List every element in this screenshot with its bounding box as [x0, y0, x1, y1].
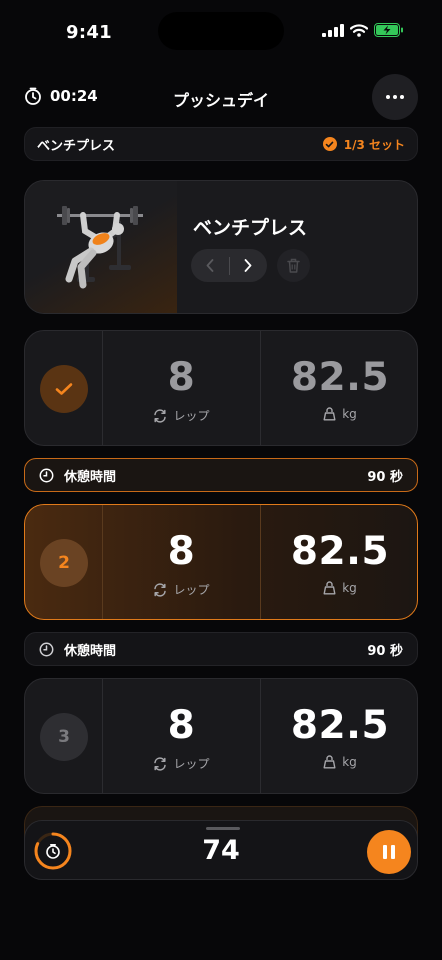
chevron-left-icon	[206, 259, 214, 272]
pause-icon	[383, 845, 387, 859]
weight-unit: kg	[342, 581, 357, 595]
weight-unit: kg	[342, 755, 357, 769]
reps-unit-row: レップ	[103, 755, 260, 772]
weight-cell[interactable]: 82.5 kg	[261, 505, 417, 619]
weight-value: 82.5	[290, 529, 390, 574]
refresh-icon	[154, 582, 167, 597]
trash-icon	[287, 258, 300, 273]
rest-duration: 90 秒	[367, 469, 403, 485]
reps-value: 8	[167, 355, 196, 400]
set-number-cell: 3	[25, 679, 103, 793]
pause-icon-bar	[391, 845, 395, 859]
rest-timer-row-1[interactable]: 休憩時間 90 秒	[24, 458, 418, 492]
set-number-cell	[25, 331, 103, 445]
wifi-icon	[350, 23, 368, 37]
delete-exercise-button[interactable]	[277, 249, 310, 282]
workout-header: 00:24 プッシュデイ	[24, 74, 418, 120]
reps-cell[interactable]: 8 レップ	[103, 679, 261, 793]
kettlebell-icon	[323, 755, 336, 769]
weight-unit: kg	[342, 407, 357, 421]
clock-icon	[39, 642, 54, 656]
dynamic-island	[158, 12, 284, 50]
weight-unit-row: kg	[261, 407, 417, 421]
more-icon	[386, 95, 404, 99]
reps-unit: レップ	[173, 409, 210, 423]
check-icon	[322, 137, 337, 151]
rest-countdown: 74	[202, 835, 240, 866]
exercise-title: ベンチプレス	[193, 217, 308, 239]
exercise-selector[interactable]: ベンチプレス 1/3 セット	[24, 127, 418, 161]
set-row-3[interactable]: 3 8 レップ 82.5 kg	[24, 678, 418, 794]
reps-unit: レップ	[173, 583, 210, 597]
drag-handle[interactable]	[206, 827, 240, 830]
bench-press-illustration	[25, 181, 177, 313]
weight-value: 82.5	[290, 703, 390, 748]
reps-value: 8	[167, 529, 196, 574]
set-complete-toggle[interactable]	[40, 365, 88, 413]
set-progress: 1/3 セット	[322, 136, 405, 153]
exercise-card: ベンチプレス	[24, 180, 418, 314]
refresh-icon	[154, 756, 167, 771]
weight-cell[interactable]: 82.5 kg	[261, 331, 417, 445]
rest-timer-bar[interactable]: 74	[24, 820, 418, 880]
check-icon	[55, 383, 73, 395]
set-number-cell: 2	[25, 505, 103, 619]
reps-cell[interactable]: 8 レップ	[103, 505, 261, 619]
status-time: 9:41	[66, 22, 112, 43]
workout-title: プッシュデイ	[172, 91, 269, 110]
refresh-icon	[154, 408, 167, 423]
set-number-badge[interactable]: 3	[40, 713, 88, 761]
kettlebell-icon	[323, 407, 336, 421]
set-number-badge[interactable]: 2	[40, 539, 88, 587]
set-row-1[interactable]: 8 レップ 82.5 kg	[24, 330, 418, 446]
weight-cell[interactable]: 82.5 kg	[261, 679, 417, 793]
status-icons	[322, 23, 404, 37]
more-button[interactable]	[372, 74, 418, 120]
chevron-right-icon	[244, 259, 252, 272]
weight-unit-row: kg	[261, 581, 417, 595]
rest-timer-row-2[interactable]: 休憩時間 90 秒	[24, 632, 418, 666]
set-row-2[interactable]: 2 8 レップ 82.5 kg	[24, 504, 418, 620]
rest-label: 休憩時間	[64, 469, 117, 485]
battery-charging-icon	[374, 23, 403, 37]
weight-unit-row: kg	[261, 755, 417, 769]
previous-exercise-button[interactable]	[191, 249, 229, 282]
cellular-signal-icon	[322, 23, 344, 37]
rest-duration: 90 秒	[367, 643, 403, 659]
exercise-nav	[191, 249, 267, 282]
reps-value: 8	[167, 703, 196, 748]
weight-value: 82.5	[290, 355, 390, 400]
reps-unit-row: レップ	[103, 581, 260, 598]
pause-button[interactable]	[367, 830, 411, 874]
rest-label: 休憩時間	[64, 643, 117, 659]
kettlebell-icon	[323, 581, 336, 595]
reps-cell[interactable]: 8 レップ	[103, 331, 261, 445]
reps-unit-row: レップ	[103, 407, 260, 424]
status-bar: 9:41	[0, 0, 442, 66]
exercise-chip-name: ベンチプレス	[37, 138, 116, 154]
reps-unit: レップ	[173, 757, 210, 771]
clock-icon	[39, 468, 54, 482]
set-progress-text: 1/3 セット	[343, 137, 405, 152]
next-exercise-button[interactable]	[230, 249, 268, 282]
